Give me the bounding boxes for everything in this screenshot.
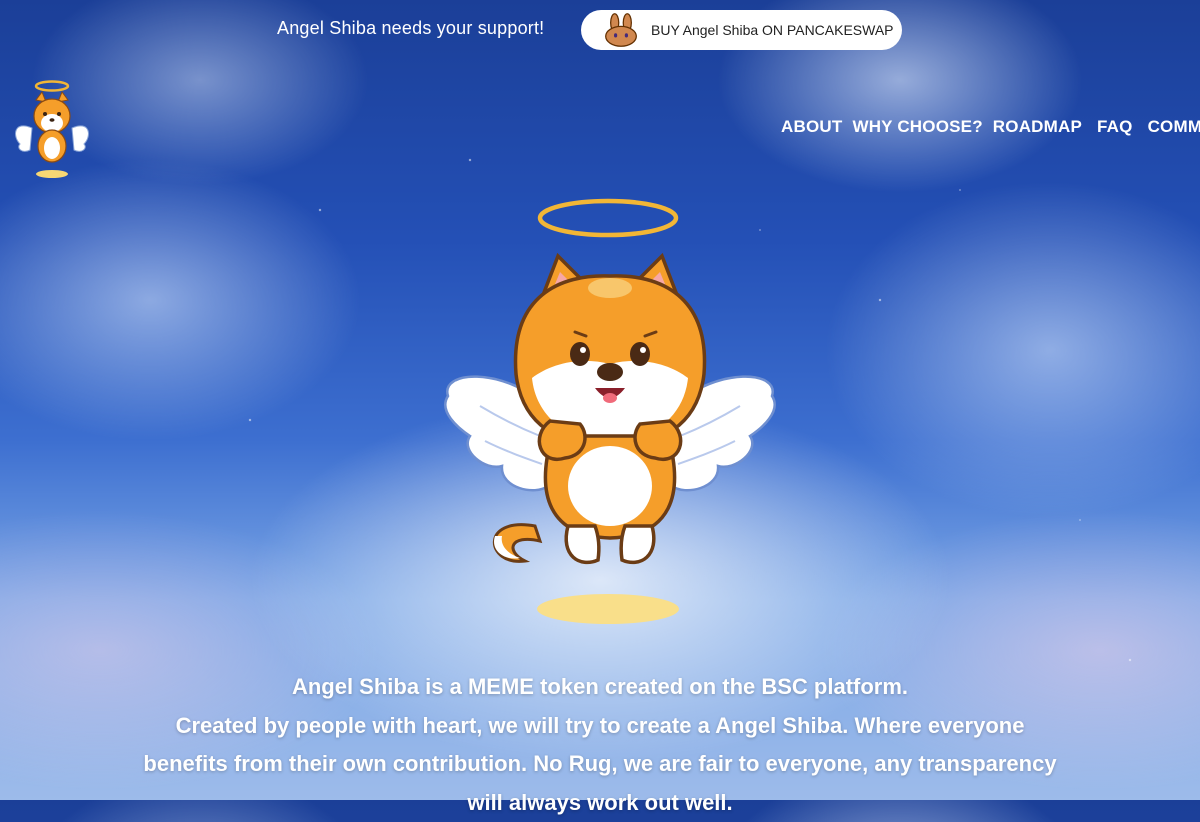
nav-about[interactable]: ABOUT	[781, 117, 842, 139]
buy-button-label: BUY Angel Shiba ON PANCAKESWAP	[651, 22, 894, 38]
nav-community[interactable]: COMMUNIT	[1148, 117, 1200, 139]
description-line-2: Created by people with heart, we will tr…	[140, 707, 1060, 822]
nav-roadmap[interactable]: ROADMAP	[993, 117, 1082, 139]
description-line-1: Angel Shiba is a MEME token created on t…	[140, 668, 1060, 707]
support-text: Angel Shiba needs your support!	[277, 18, 544, 39]
buy-pancakeswap-button[interactable]: BUY Angel Shiba ON PANCAKESWAP	[581, 10, 902, 50]
support-banner: Angel Shiba needs your support! BUY Ange…	[0, 10, 1200, 50]
nav-why-choose[interactable]: WHY CHOOSE?	[852, 117, 982, 139]
pancakeswap-bunny-icon	[603, 12, 639, 48]
nav-faq[interactable]: FAQ	[1097, 117, 1133, 139]
angel-shiba-logo[interactable]	[12, 78, 92, 180]
project-description: Angel Shiba is a MEME token created on t…	[140, 668, 1060, 822]
main-nav: ABOUT WHY CHOOSE? ROADMAP FAQ COMMUNIT	[781, 117, 1200, 139]
angel-shiba-mascot	[440, 196, 780, 632]
